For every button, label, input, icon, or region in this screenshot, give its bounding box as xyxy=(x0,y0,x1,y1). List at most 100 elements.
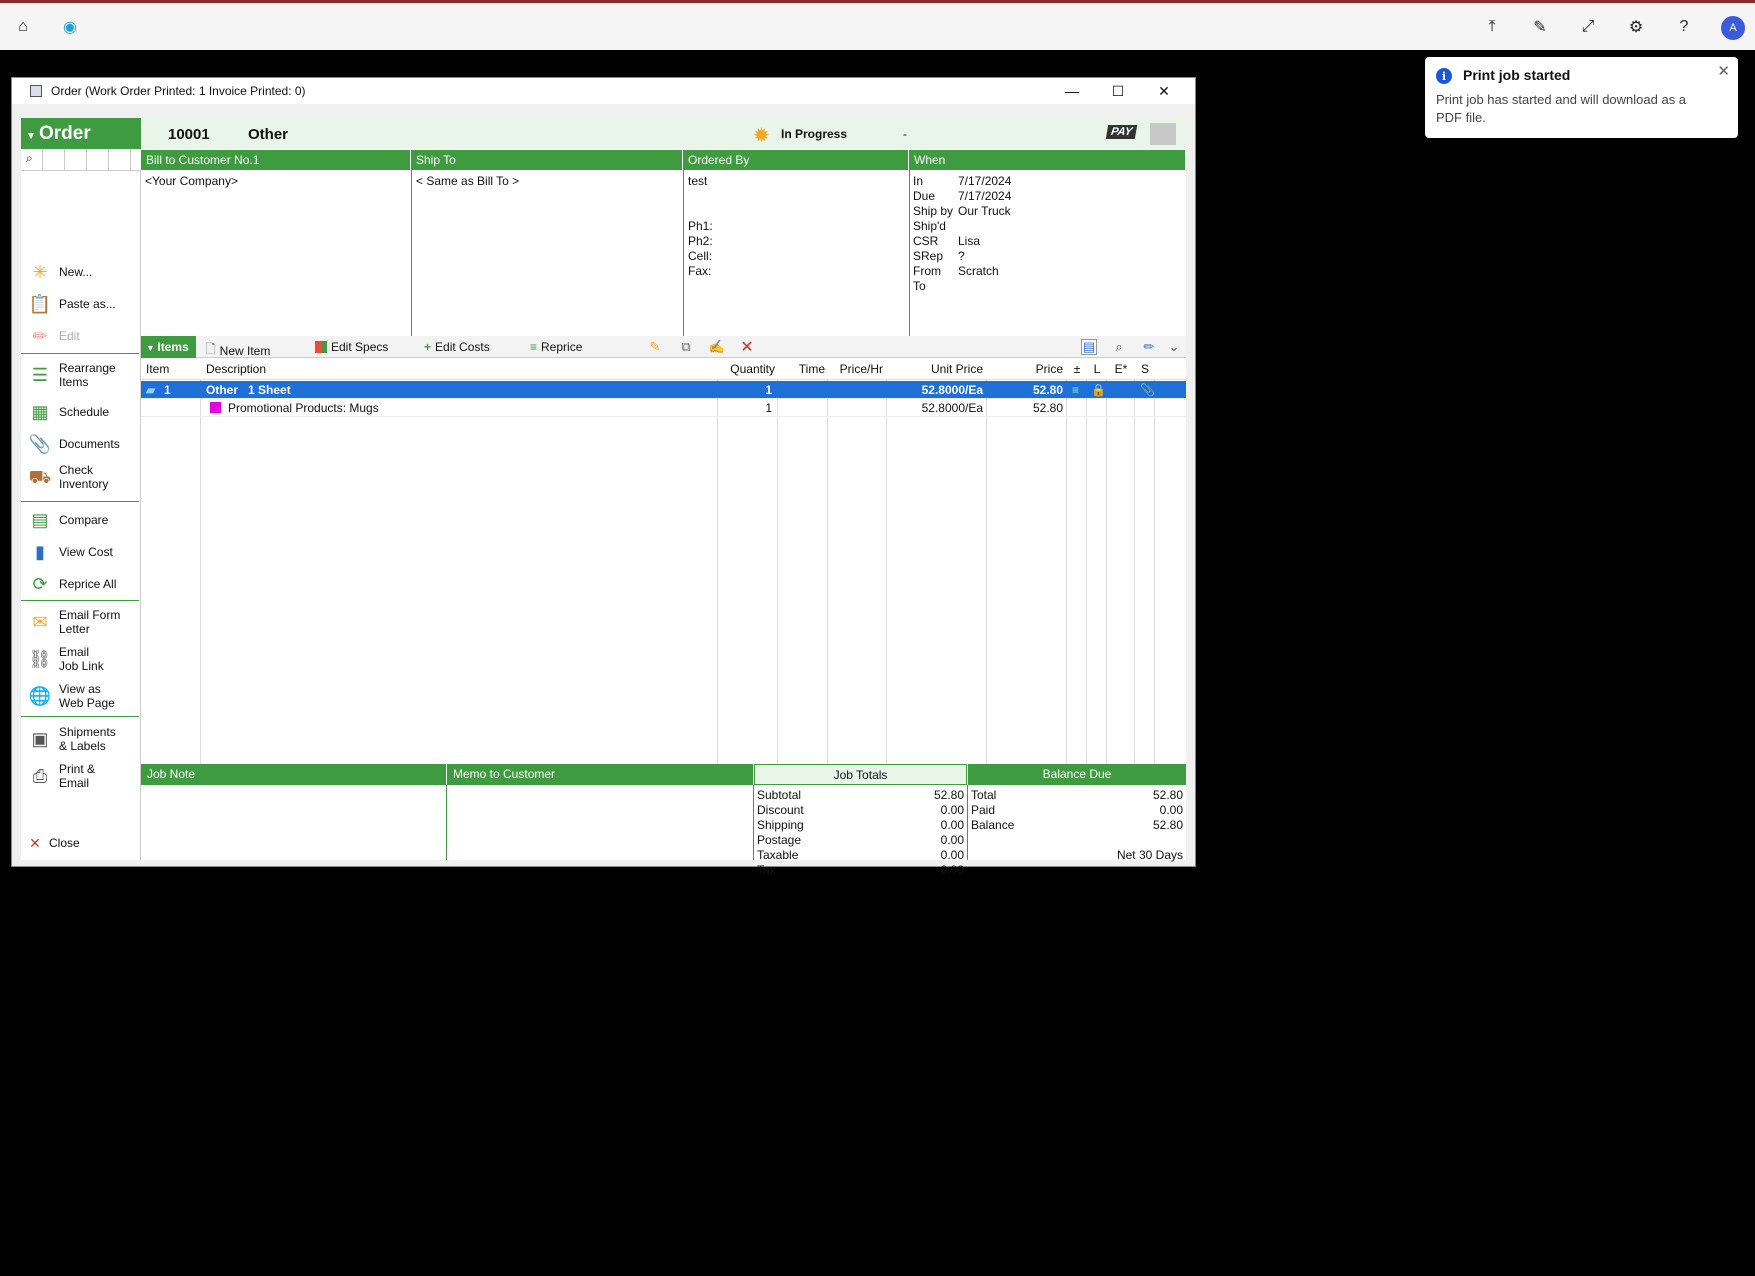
shipment-icon: ▣ xyxy=(31,729,49,749)
avatar[interactable]: A xyxy=(1721,16,1745,40)
when-panel[interactable]: In 7/17/2024 Due 7/17/2024 Ship by Our T… xyxy=(910,170,1186,336)
new-button[interactable]: ✳ New... xyxy=(27,259,139,285)
job-product-type: Other xyxy=(248,126,289,143)
help-icon[interactable]: ? xyxy=(1674,17,1694,37)
reprice-button[interactable]: ≡ Reprice xyxy=(530,340,582,354)
divider xyxy=(21,353,139,354)
pin-icon[interactable]: ✎ xyxy=(1530,17,1550,37)
view-cost-button[interactable]: ▮ View Cost xyxy=(27,539,139,565)
edit-icon[interactable]: ✍ xyxy=(709,339,725,355)
schedule-button[interactable]: ▦ Schedule xyxy=(27,399,139,425)
payment-terms: Net 30 Days xyxy=(1116,848,1183,862)
column-header[interactable]: L xyxy=(1087,358,1107,380)
email-form-letter-button[interactable]: ✉ Email Form Letter xyxy=(27,608,139,636)
edit-costs-button[interactable]: + Edit Costs xyxy=(424,340,490,354)
order-menu-header[interactable]: ▼ Order xyxy=(21,118,141,149)
rearrange-items-button[interactable]: ☰ Rearrange Items xyxy=(27,361,139,389)
order-main-pane: 10001 Other ✹ In Progress - PAY Bill to … xyxy=(141,118,1186,877)
view-as-web-page-button[interactable]: 🌐 View as Web Page xyxy=(27,682,139,710)
items-toolbar: ▼ Items 🗋 New Item Edit Specs + Edit Costs… xyxy=(141,336,1186,358)
expand-icon[interactable]: ⤢ xyxy=(1578,17,1598,37)
items-tab[interactable]: ▼ Items xyxy=(141,336,196,358)
column-header[interactable]: ± xyxy=(1067,358,1087,380)
column-header[interactable]: Price/Hr xyxy=(828,358,883,380)
note-icon[interactable]: ✎ xyxy=(647,339,663,355)
envelope-icon: ✉ xyxy=(32,612,48,632)
check-inventory-button[interactable]: ⛟ Check Inventory xyxy=(27,463,139,491)
filter-cell[interactable] xyxy=(109,149,131,171)
shipments-labels-button[interactable]: ▣ Shipments & Labels xyxy=(27,725,139,753)
grid-column xyxy=(887,358,987,765)
column-header[interactable]: Quantity xyxy=(723,358,775,380)
zoom-icon[interactable]: ⌕ xyxy=(1111,339,1127,355)
edit-specs-button[interactable]: Edit Specs xyxy=(315,340,388,354)
table-row[interactable]: ▰ 1 Other 1 Sheet 1 52.8000/Ea 52.80 ≡ 🔒… xyxy=(141,381,1186,399)
search-icon[interactable]: ⌕ xyxy=(21,149,43,171)
when-value: ? xyxy=(958,249,965,263)
table-row[interactable]: Promotional Products: Mugs 1 52.8000/Ea … xyxy=(141,399,1186,417)
close-window-button[interactable]: ✕ xyxy=(1146,81,1182,101)
when-label: Due xyxy=(913,189,936,203)
column-header[interactable]: Time xyxy=(778,358,825,380)
balance-value: 52.80 xyxy=(1152,818,1183,832)
pay-button[interactable]: PAY xyxy=(1105,125,1138,139)
balance-value: 52.80 xyxy=(1152,788,1183,802)
job-status[interactable]: In Progress xyxy=(781,127,847,141)
nav-label: Shipments & Labels xyxy=(59,725,116,753)
item-price: 52.80 xyxy=(1032,401,1063,415)
close-icon[interactable]: ✕ xyxy=(1717,62,1730,80)
upload-icon[interactable]: ⤒ xyxy=(1482,17,1502,37)
item-quantity: 1 xyxy=(765,401,772,415)
minimize-button[interactable]: — xyxy=(1054,81,1090,101)
filter-cell[interactable] xyxy=(87,149,109,171)
nav-label: View as Web Page xyxy=(59,682,115,710)
list-view-icon[interactable]: ▤ xyxy=(1081,339,1097,355)
new-item-label: New Item xyxy=(219,343,271,358)
column-header[interactable]: Item xyxy=(146,358,169,380)
totals-value: 52.80 xyxy=(933,788,964,802)
ordered-by-panel[interactable]: test Ph1: Ph2: Cell: Fax: xyxy=(684,170,910,336)
ship-to-panel[interactable]: < Same as Bill To > xyxy=(412,170,684,336)
balance-due-header[interactable]: Balance Due xyxy=(968,764,1186,785)
gear-icon[interactable]: ⚙ xyxy=(1626,17,1646,37)
paste-as-button[interactable]: 📋 Paste as... xyxy=(27,291,139,317)
app-logo-icon[interactable]: ◉ xyxy=(60,17,80,37)
bill-to-value: <Your Company> xyxy=(145,174,238,188)
nav-label: Paste as... xyxy=(59,297,116,311)
reprice-all-button[interactable]: ⟳ Reprice All xyxy=(27,571,139,597)
edit-button[interactable]: ✏ Edit xyxy=(27,323,139,349)
job-note-field[interactable] xyxy=(141,785,447,860)
job-totals-header[interactable]: Job Totals xyxy=(754,764,967,785)
item-quantity: 1 xyxy=(765,383,772,397)
bottom-panels: Job Note Memo to Customer Job Totals Bal… xyxy=(141,764,1186,877)
bill-to-panel[interactable]: <Your Company> xyxy=(141,170,412,336)
edit-icon: ✏ xyxy=(32,325,48,346)
documents-button[interactable]: 📎 Documents xyxy=(27,431,139,457)
column-header[interactable]: Price xyxy=(987,358,1063,380)
memo-field[interactable] xyxy=(447,785,754,860)
totals-value: 0.00 xyxy=(940,848,964,862)
grid-column xyxy=(1087,358,1107,765)
column-header[interactable]: E* xyxy=(1107,358,1135,380)
maximize-button[interactable]: ☐ xyxy=(1100,81,1136,101)
gear-icon[interactable]: ✹ xyxy=(753,123,770,148)
filter-cell[interactable] xyxy=(65,149,87,171)
flag-icon[interactable] xyxy=(1150,123,1176,145)
print-email-button[interactable]: ⎙ Print & Email xyxy=(27,762,139,790)
compare-button[interactable]: ▤ Compare xyxy=(27,507,139,533)
ordered-by-header: Ordered By xyxy=(683,150,909,170)
column-header[interactable]: Unit Price xyxy=(887,358,983,380)
close-icon: ✕ xyxy=(29,834,41,851)
delete-icon[interactable]: ✕ xyxy=(739,339,755,356)
rearrange-icon: ☰ xyxy=(31,365,49,385)
close-button[interactable]: ✕ Close xyxy=(27,830,139,856)
copy-icon[interactable]: ⧉ xyxy=(678,339,694,355)
job-status-extra: - xyxy=(903,127,907,141)
home-icon[interactable]: ⌂ xyxy=(13,17,33,37)
email-job-link-button[interactable]: ⛓ Email Job Link xyxy=(27,645,139,673)
filter-cell[interactable] xyxy=(43,149,65,171)
chevron-down-icon[interactable]: ⌄ xyxy=(1166,339,1182,355)
column-header[interactable]: S xyxy=(1135,358,1155,380)
column-header[interactable]: Description xyxy=(206,358,266,380)
pencil-icon[interactable]: ✏ xyxy=(1141,339,1157,355)
